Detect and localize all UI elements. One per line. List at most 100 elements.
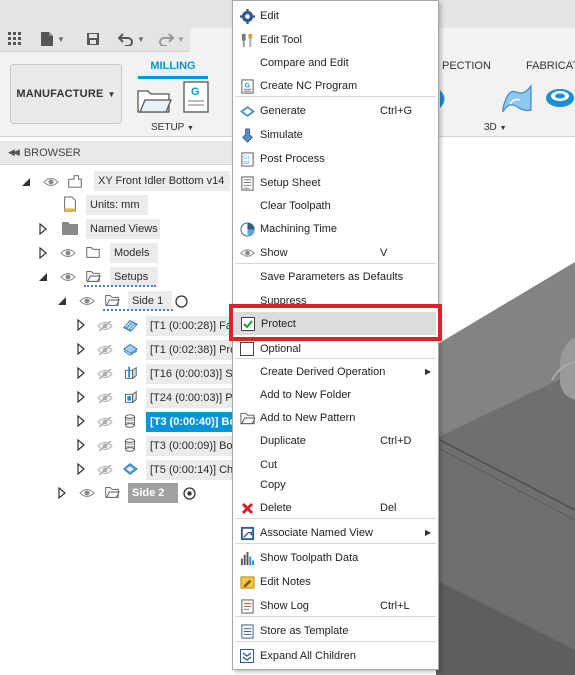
menu-item-simulate[interactable]: Simulate xyxy=(233,123,438,146)
eye-icon[interactable] xyxy=(60,271,76,283)
eye-hidden-icon[interactable] xyxy=(97,464,113,476)
menu-item-generate[interactable]: Generate Ctrl+G xyxy=(233,99,438,122)
operation-label[interactable]: [T1 (0:00:28)] Fa xyxy=(146,316,232,336)
collapsed-arrow-icon[interactable] xyxy=(75,414,87,428)
collapsed-arrow-icon[interactable] xyxy=(75,462,87,476)
collapsed-arrow-icon[interactable] xyxy=(75,318,87,332)
collapsed-arrow-icon[interactable] xyxy=(56,486,68,500)
collapsed-arrow-icon[interactable] xyxy=(75,342,87,356)
dotted-underline xyxy=(103,309,173,311)
eye-hidden-icon[interactable] xyxy=(97,392,113,404)
models-label[interactable]: Models xyxy=(110,243,158,263)
protect-highlight-frame xyxy=(229,304,442,341)
eye-hidden-icon[interactable] xyxy=(97,440,113,452)
active-tab-indicator xyxy=(138,76,208,79)
collapsed-arrow-icon[interactable] xyxy=(75,390,87,404)
menu-item-edit-notes[interactable]: Edit Notes xyxy=(233,570,438,593)
app-grid-icon[interactable] xyxy=(8,30,22,48)
eye-icon[interactable] xyxy=(79,295,95,307)
menu-item-compare-and-edit[interactable]: Compare and Edit xyxy=(233,51,438,74)
tab-fabrication[interactable]: FABRICAT xyxy=(526,60,575,72)
menu-item-duplicate[interactable]: Duplicate Ctrl+D xyxy=(233,429,438,452)
setups-label[interactable]: Setups xyxy=(110,267,158,287)
tool-icon xyxy=(239,32,255,48)
browser-title: BROWSER xyxy=(23,146,81,159)
root-component-label[interactable]: XY Front Idler Bottom v14 xyxy=(94,171,230,191)
side1-label[interactable]: Side 1 xyxy=(128,291,172,311)
menu-item-delete[interactable]: Delete Del xyxy=(233,496,438,519)
operation-label[interactable]: [T3 (0:00:40)] Bo xyxy=(146,412,232,432)
collapsed-arrow-icon[interactable] xyxy=(75,366,87,380)
group-setup-label[interactable]: SETUP ▼ xyxy=(151,122,194,133)
menu-item-label: Edit Notes xyxy=(260,575,311,588)
collapse-panel-icon[interactable]: ◀◀ xyxy=(8,147,20,158)
gear-icon xyxy=(239,8,255,24)
eye-icon[interactable] xyxy=(79,487,95,499)
menu-item-label: Generate xyxy=(260,104,306,117)
menu-item-associate-named-view[interactable]: Associate Named View ▶ xyxy=(233,521,438,544)
menu-item-label: Setup Sheet xyxy=(260,176,321,189)
menu-item-edit-tool[interactable]: Edit Tool xyxy=(233,28,438,51)
expanded-arrow-icon[interactable] xyxy=(56,294,68,308)
file-menu-icon[interactable]: ▼ xyxy=(40,30,65,48)
surface-3d-icon[interactable] xyxy=(500,82,534,119)
menu-item-label: Expand All Children xyxy=(260,649,357,662)
menu-item-label: Edit xyxy=(260,9,279,22)
menu-item-add-to-new-folder[interactable]: Add to New Folder xyxy=(233,383,438,406)
operation-label[interactable]: [T1 (0:02:38)] Pro xyxy=(146,340,232,360)
menu-item-expand-all-children[interactable]: Expand All Children xyxy=(233,644,438,667)
eye-icon[interactable] xyxy=(60,247,76,259)
browser-header[interactable]: ◀◀ BROWSER xyxy=(0,141,232,165)
menu-item-save-parameters-as-defaults[interactable]: Save Parameters as Defaults xyxy=(233,265,438,288)
menu-item-store-as-template[interactable]: Store as Template xyxy=(233,619,438,642)
dotted-underline xyxy=(84,285,156,287)
redo-icon[interactable]: ▼ xyxy=(158,30,185,48)
eye-icon xyxy=(239,245,255,261)
post-process-icon: G1 G2 xyxy=(239,151,255,167)
expanded-arrow-icon[interactable] xyxy=(37,270,49,284)
collapsed-arrow-icon[interactable] xyxy=(37,246,49,260)
setup-folder-icon[interactable] xyxy=(136,85,172,118)
menu-item-shortcut: Ctrl+G xyxy=(380,104,413,117)
operation-label[interactable]: [T24 (0:00:03)] P xyxy=(146,388,232,408)
menu-item-create-nc-program[interactable]: G Create NC Program xyxy=(233,74,438,97)
profile-op-icon xyxy=(122,344,138,356)
operation-label[interactable]: [T5 (0:00:14)] Ch xyxy=(146,460,232,480)
flow-3d-icon[interactable] xyxy=(544,82,575,115)
side2-label[interactable]: Side 2 xyxy=(128,483,178,503)
eye-hidden-icon[interactable] xyxy=(97,320,113,332)
menu-item-edit[interactable]: Edit xyxy=(233,4,438,27)
operation-label[interactable]: [T3 (0:00:09)] Bo xyxy=(146,436,232,456)
workspace-switcher-button[interactable]: MANUFACTURE ▼ xyxy=(10,64,122,124)
menu-item-label: Delete xyxy=(260,501,292,514)
collapsed-arrow-icon[interactable] xyxy=(75,438,87,452)
collapsed-arrow-icon[interactable] xyxy=(37,222,49,236)
eye-icon[interactable] xyxy=(43,176,59,188)
inspect-toolbar-icon[interactable] xyxy=(440,86,450,115)
tab-milling[interactable]: MILLING xyxy=(138,60,208,72)
menu-item-clear-toolpath[interactable]: Clear Toolpath xyxy=(233,194,438,217)
expanded-arrow-icon[interactable] xyxy=(20,175,32,189)
submenu-arrow-icon: ▶ xyxy=(425,528,432,537)
menu-item-copy[interactable]: Copy xyxy=(233,473,438,496)
save-icon[interactable] xyxy=(86,30,100,48)
operation-label[interactable]: [T16 (0:00:03)] S xyxy=(146,364,232,384)
menu-item-add-to-new-pattern[interactable]: Add to New Pattern xyxy=(233,406,438,429)
menu-item-post-process[interactable]: G1 G2 Post Process xyxy=(233,147,438,170)
eye-hidden-icon[interactable] xyxy=(97,344,113,356)
toolpath-data-icon xyxy=(239,550,255,566)
document-icon xyxy=(64,196,76,212)
menu-item-machining-time[interactable]: Machining Time xyxy=(233,217,438,240)
tab-inspection[interactable]: PECTION xyxy=(442,60,491,72)
nc-program-toolbar-icon[interactable]: G xyxy=(182,80,210,117)
menu-item-show-log[interactable]: Show Log Ctrl+L xyxy=(233,594,438,617)
undo-icon[interactable]: ▼ xyxy=(118,30,145,48)
eye-hidden-icon[interactable] xyxy=(97,416,113,428)
named-views-label[interactable]: Named Views xyxy=(86,219,160,239)
menu-item-show[interactable]: Show V xyxy=(233,241,438,264)
group-3d-label[interactable]: 3D ▼ xyxy=(484,122,507,133)
menu-item-setup-sheet[interactable]: Setup Sheet xyxy=(233,171,438,194)
menu-item-show-toolpath-data[interactable]: Show Toolpath Data xyxy=(233,546,438,569)
eye-hidden-icon[interactable] xyxy=(97,368,113,380)
menu-item-create-derived-operation[interactable]: Create Derived Operation ▶ xyxy=(233,360,438,383)
